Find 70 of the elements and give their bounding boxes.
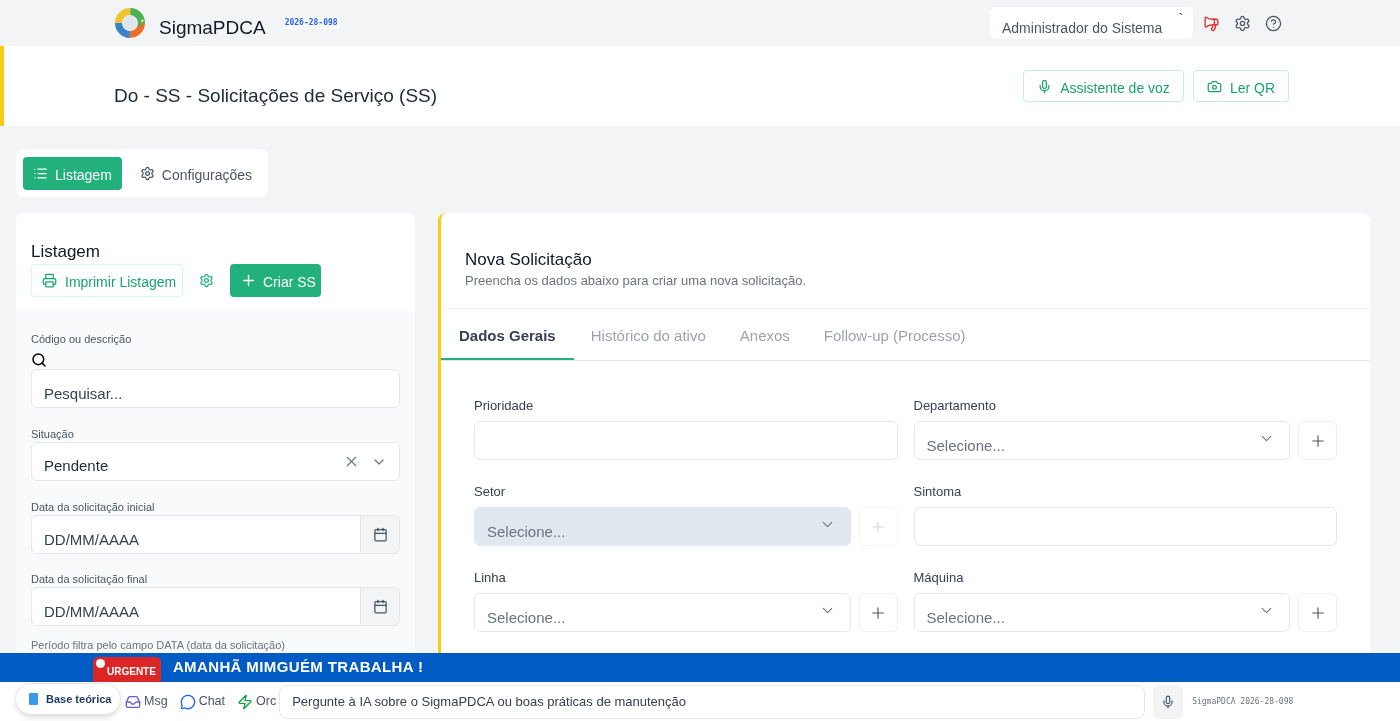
shortcut-button[interactable]: Orc (237, 692, 277, 711)
lightning-icon (237, 693, 254, 710)
calendar-icon (372, 527, 388, 542)
field-label: Data da solicitação inicial (31, 501, 156, 514)
add-button[interactable] (858, 593, 898, 632)
chat-bubble-icon (179, 693, 196, 710)
list-icon (33, 165, 48, 181)
microphone-icon (1037, 78, 1053, 94)
ask-ai-field[interactable]: Pergunte à IA sobre o SigmaPDCA ou boas práticas de manutenção (279, 684, 1146, 719)
field-label: Linha (474, 570, 507, 586)
input-field[interactable] (474, 421, 898, 460)
form-subtitle: Preencha os dados abaixo para criar uma nova solicitação. (465, 273, 808, 289)
shortcut-button[interactable]: Msg (125, 692, 168, 711)
help-pill[interactable]: Base teórica (15, 683, 121, 715)
field-label: Data da solicitação final (31, 573, 149, 586)
form-tab[interactable]: Follow-up (Processo) (806, 309, 983, 360)
panel-title: Listagem (31, 241, 101, 263)
date-field[interactable]: DD/MM/AAAA (31, 587, 361, 626)
alert-message: AMANHÃ MIMGUÉM TRABALHA ! (172, 657, 424, 678)
field-label: Prioridade (474, 398, 535, 414)
input-field[interactable] (913, 507, 1337, 546)
form-tab[interactable]: Dados Gerais (441, 309, 574, 360)
print-button[interactable]: Imprimir Listagem (31, 264, 183, 297)
form-tab[interactable]: Histórico do ativo (573, 309, 723, 360)
shortcut-button[interactable]: Chat (179, 692, 226, 711)
action-button[interactable]: Ler QR (1192, 70, 1289, 102)
megaphone-icon[interactable] (1203, 14, 1220, 32)
add-button[interactable] (1298, 421, 1337, 460)
add-button[interactable] (1298, 593, 1337, 632)
field-label: Código ou descrição (31, 333, 133, 346)
printer-icon (42, 273, 57, 288)
calendar-button[interactable] (361, 515, 400, 554)
inbox-icon (125, 693, 141, 710)
app-name: SigmaPDCA (159, 15, 266, 40)
microphone-icon (1161, 694, 1176, 709)
settings-icon[interactable] (1234, 14, 1251, 32)
field-label: Departamento (913, 398, 997, 414)
settings-icon (139, 165, 155, 181)
select-field[interactable]: Selecione... (913, 593, 1290, 632)
create-button[interactable]: Criar SS (230, 264, 321, 297)
plus-icon (240, 272, 257, 289)
search-icon (31, 352, 47, 368)
calendar-icon (372, 599, 388, 614)
help-icon[interactable] (1265, 14, 1282, 32)
caret-icon: ` (1178, 12, 1183, 25)
view-tab[interactable]: Listagem (23, 156, 122, 190)
page-title: Do - SS - Solicitações de Serviço (SS) (114, 83, 438, 108)
calendar-button[interactable] (361, 587, 400, 626)
urgent-badge: URGENTE (93, 657, 161, 682)
field-label: Máquina (913, 570, 965, 586)
select-field[interactable]: Selecione... (913, 421, 1290, 460)
form-tab[interactable]: Anexos (722, 309, 807, 360)
field-label: Situação (31, 428, 75, 441)
select-field[interactable]: Selecione... (474, 593, 851, 632)
camera-icon (1206, 78, 1222, 94)
action-button[interactable]: Assistente de voz (1023, 70, 1184, 102)
footer-version: SigmaPDCA 2026-28-098 (1192, 695, 1294, 708)
version-label: 2026-28-098 (282, 17, 340, 29)
filter-note: Período filtra pelo campo DATA (data da solicitação) (31, 639, 286, 652)
search-field[interactable]: Pesquisar... (31, 369, 400, 408)
book-icon (29, 693, 38, 705)
date-field[interactable]: DD/MM/AAAA (31, 515, 361, 554)
logo-icon (114, 7, 146, 39)
user-menu[interactable]: Administrador do Sistema ` (990, 7, 1193, 39)
view-tab[interactable]: Configurações (129, 156, 263, 190)
status-select[interactable]: Pendente (31, 442, 400, 481)
form-title: Nova Solicitação (465, 249, 593, 271)
field-label: Sintoma (913, 484, 963, 500)
microphone-button[interactable] (1153, 684, 1184, 719)
field-label: Setor (474, 484, 507, 500)
